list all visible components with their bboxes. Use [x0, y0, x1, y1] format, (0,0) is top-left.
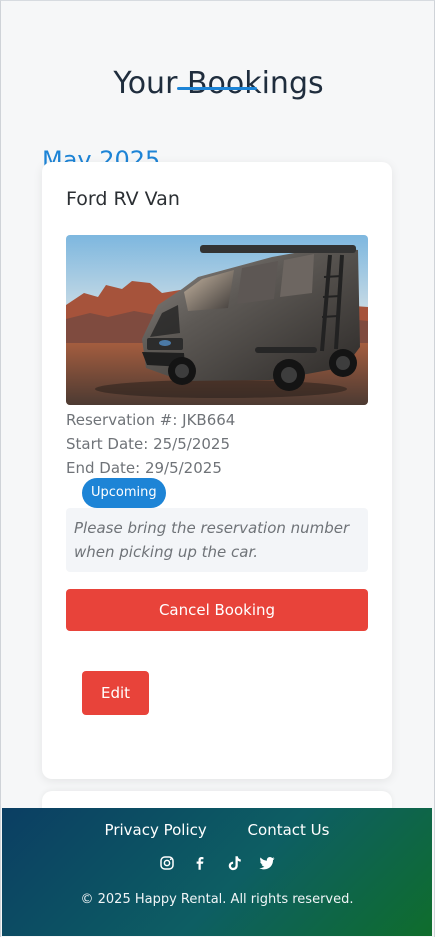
page-title: Your Bookings — [113, 66, 324, 102]
instagram-icon[interactable] — [158, 854, 176, 872]
cancel-booking-button[interactable]: Cancel Booking — [66, 589, 368, 631]
vehicle-name: Ford RV Van — [66, 188, 180, 210]
booking-card: Ford RV Van Reservation #: JKB664 Start … — [42, 162, 392, 779]
social-links — [2, 852, 432, 872]
end-date: End Date: 29/5/2025 — [66, 459, 222, 477]
copyright-text: © 2025 Happy Rental. All rights reserved… — [80, 892, 354, 907]
vehicle-image — [66, 235, 368, 405]
booking-details: Reservation #: JKB664 Start Date: 25/5/2… — [66, 408, 235, 480]
privacy-policy-link[interactable]: Privacy Policy — [105, 820, 207, 840]
twitter-icon[interactable] — [258, 854, 276, 872]
van-photo-icon — [66, 235, 368, 405]
footer-links: Privacy Policy Contact Us — [2, 820, 432, 840]
contact-us-link[interactable]: Contact Us — [248, 820, 330, 840]
edit-booking-button[interactable]: Edit — [82, 671, 149, 715]
status-badge: Upcoming — [82, 478, 166, 508]
facebook-icon[interactable] — [191, 854, 209, 872]
start-date: Start Date: 25/5/2025 — [66, 435, 230, 453]
title-underline — [177, 87, 257, 90]
reservation-number: Reservation #: JKB664 — [66, 411, 236, 429]
tiktok-icon[interactable] — [225, 854, 243, 872]
bookings-page: Your Bookings May 2025 Ford RV Van Reser… — [0, 0, 435, 937]
pickup-notice: Please bring the reservation number when… — [66, 508, 368, 572]
site-footer: Privacy Policy Contact Us © 2025 Happy R… — [2, 808, 432, 936]
